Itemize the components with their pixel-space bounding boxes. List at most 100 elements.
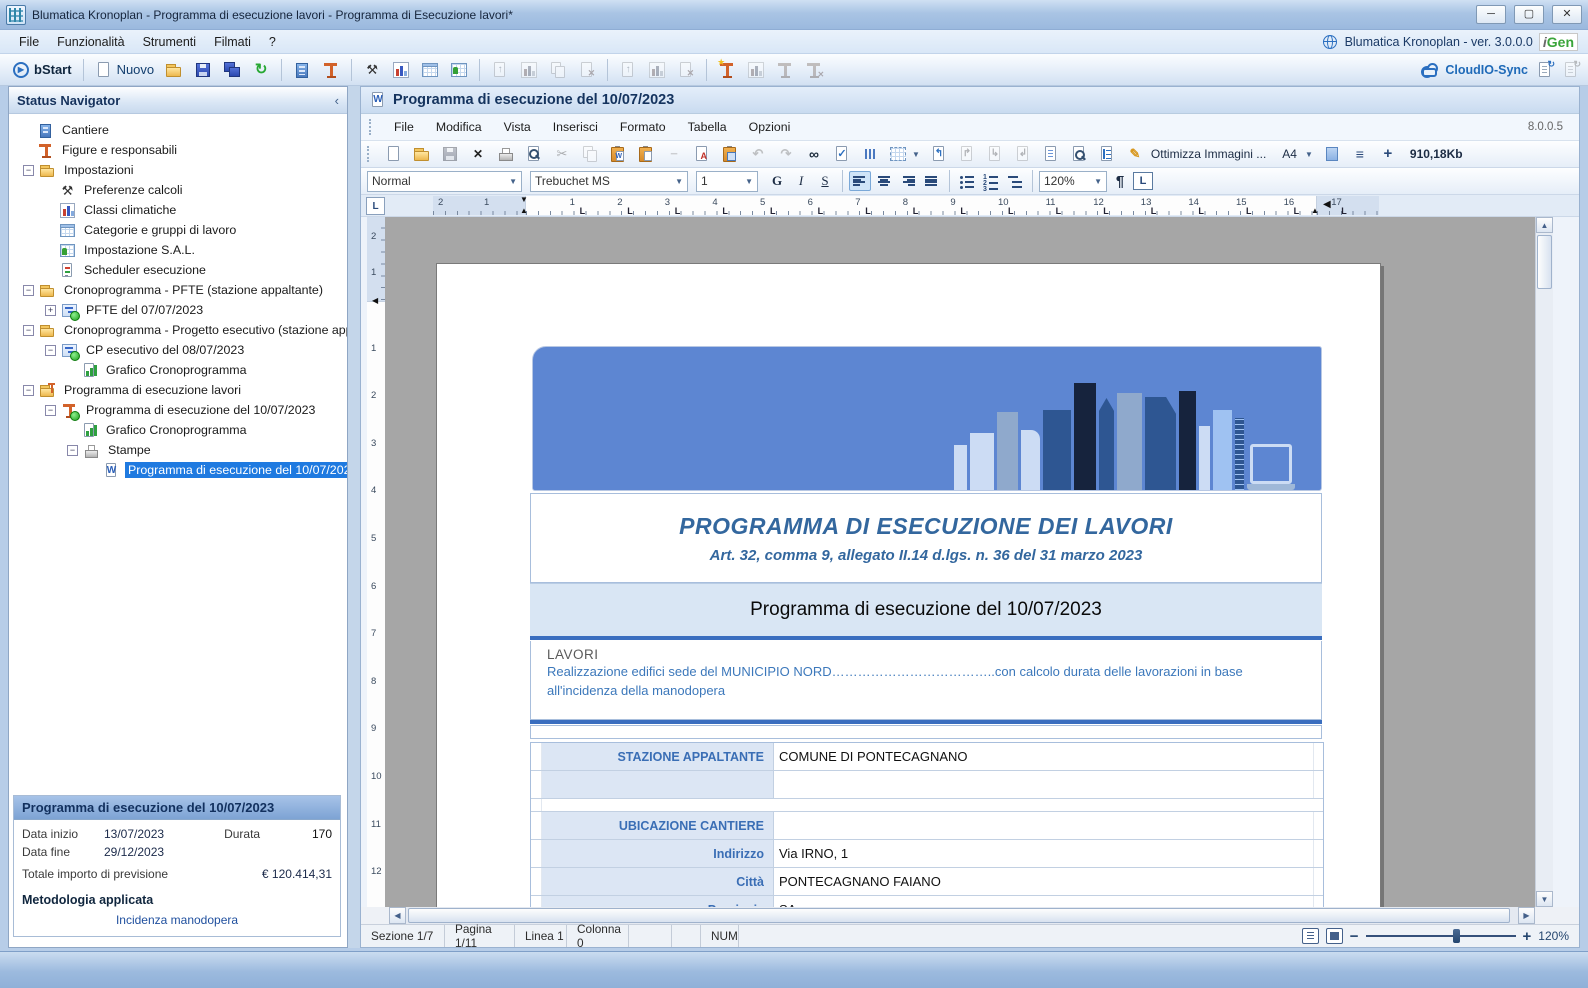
table-row-value[interactable]: COMUNE DI PONTECAGNANO: [774, 743, 1314, 770]
zoom-select[interactable]: 120%▼: [1039, 171, 1107, 192]
collapse-icon[interactable]: −: [45, 405, 56, 416]
editor-menu-formato[interactable]: Formato: [609, 117, 677, 137]
refresh-button[interactable]: ↻: [248, 59, 274, 81]
delete-button[interactable]: ✕: [465, 143, 491, 165]
first-line-indent-marker[interactable]: ▼: [520, 196, 528, 204]
collapse-icon[interactable]: −: [23, 165, 34, 176]
pilcrow-button[interactable]: ¶: [1109, 171, 1131, 191]
tab-stop-marker[interactable]: L: [1294, 206, 1300, 215]
insert-table-button[interactable]: ▼: [885, 143, 924, 165]
tree-item[interactable]: WProgramma di esecuzione del 10/07/2023: [9, 460, 347, 480]
tab-stop-marker[interactable]: L: [1246, 206, 1252, 215]
cloud-sync-label[interactable]: CloudIO-Sync: [1445, 63, 1528, 77]
menu-file[interactable]: File: [10, 32, 48, 52]
tab-stop-marker[interactable]: L: [1056, 206, 1062, 215]
find-button[interactable]: ∞: [801, 143, 827, 165]
tab-stop-marker[interactable]: L: [1103, 206, 1109, 215]
numbered-list-button[interactable]: 123: [980, 171, 1002, 191]
vruler-margin-marker[interactable]: ◀: [372, 297, 378, 305]
page-size-select[interactable]: A4▼: [1275, 145, 1317, 163]
align-page-button[interactable]: ≡: [1347, 143, 1373, 165]
editor-menu-tabella[interactable]: Tabella: [677, 117, 738, 137]
collapse-icon[interactable]: −: [23, 385, 34, 396]
scroll-left-icon[interactable]: ◀: [389, 907, 406, 924]
menu-funzionalit[interactable]: Funzionalità: [48, 32, 133, 52]
multilevel-list-button[interactable]: [1004, 171, 1026, 191]
tree-item[interactable]: Scheduler esecuzione: [9, 260, 347, 280]
maximize-button[interactable]: ▢: [1514, 5, 1544, 24]
horizontal-scrollbar[interactable]: ◀ ▶: [361, 907, 1579, 924]
collapse-icon[interactable]: −: [23, 325, 34, 336]
align-center-button[interactable]: [873, 171, 895, 191]
ruler-corner-button[interactable]: L: [366, 197, 385, 215]
spellcheck-button[interactable]: ✓: [829, 143, 855, 165]
doc-layout-button[interactable]: [1038, 143, 1064, 165]
save-button[interactable]: [190, 59, 216, 81]
tab-stop-marker[interactable]: L: [1341, 206, 1347, 215]
impostazione-sal-button[interactable]: [446, 59, 472, 81]
open-doc-button[interactable]: [409, 143, 435, 165]
align-left-button[interactable]: [849, 171, 871, 191]
page-color-button[interactable]: [1319, 143, 1345, 165]
zoom-slider-handle[interactable]: [1453, 929, 1460, 943]
bstart-button[interactable]: ▶bStart: [8, 59, 76, 81]
right-indent-marker[interactable]: ▲: [1311, 207, 1319, 215]
vertical-scrollbar[interactable]: ▲ ▼: [1535, 217, 1553, 907]
columns-button[interactable]: [857, 143, 883, 165]
tree-item[interactable]: Grafico Cronoprogramma: [9, 360, 347, 380]
profile-sync-icon[interactable]: ↻: [1536, 61, 1554, 79]
left-indent-marker[interactable]: ▲: [520, 207, 528, 215]
tree-item[interactable]: −Cronoprogramma - PFTE (stazione appalta…: [9, 280, 347, 300]
tab-stop-marker[interactable]: L: [865, 206, 871, 215]
paste-button[interactable]: [633, 143, 659, 165]
tab-stop-marker[interactable]: L: [580, 206, 586, 215]
paste-special-button[interactable]: [717, 143, 743, 165]
tab-stop-marker[interactable]: L: [770, 206, 776, 215]
italic-button[interactable]: I: [790, 171, 812, 191]
tab-stop-marker[interactable]: L: [818, 206, 824, 215]
cantiere-button[interactable]: [289, 59, 315, 81]
move-button[interactable]: +: [1375, 143, 1401, 165]
table-row-value[interactable]: [774, 812, 1314, 839]
editor-menu-file[interactable]: File: [383, 117, 425, 137]
tree-item[interactable]: Figure e responsabili: [9, 140, 347, 160]
bold-button[interactable]: G: [766, 171, 788, 191]
menu-strumenti[interactable]: Strumenti: [134, 32, 206, 52]
preferenze-calcoli-button[interactable]: ⚒: [359, 59, 385, 81]
editor-menu-vista[interactable]: Vista: [493, 117, 542, 137]
tree-item[interactable]: ⚒Preferenze calcoli: [9, 180, 347, 200]
menu-?[interactable]: ?: [260, 32, 285, 52]
tree-item[interactable]: −Stampe: [9, 440, 347, 460]
cloud-sync-icon[interactable]: [1419, 61, 1437, 79]
underline-button[interactable]: S: [814, 171, 836, 191]
margin-arrow-marker[interactable]: ◀: [1323, 201, 1331, 209]
editor-menu-modifica[interactable]: Modifica: [425, 117, 493, 137]
tab-stop-marker[interactable]: L: [1198, 206, 1204, 215]
table-row-value[interactable]: [774, 771, 1314, 798]
tree-item[interactable]: Impostazione S.A.L.: [9, 240, 347, 260]
tree-item[interactable]: −Programma di esecuzione lavori: [9, 380, 347, 400]
doc-sync-icon[interactable]: ↻: [1562, 61, 1580, 79]
tab-stop-marker[interactable]: L: [722, 206, 728, 215]
horizontal-scroll-thumb[interactable]: [408, 908, 1510, 923]
tab-stop-marker[interactable]: L: [627, 206, 633, 215]
scroll-up-icon[interactable]: ▲: [1536, 217, 1553, 233]
tree-item[interactable]: Cantiere: [9, 120, 347, 140]
nuovo-programma-button[interactable]: ★: [714, 59, 740, 81]
font-select[interactable]: Trebuchet MS▼: [530, 171, 688, 192]
zoom-slider[interactable]: [1366, 935, 1516, 937]
sidebar-splitter[interactable]: [348, 86, 360, 948]
minimize-button[interactable]: ─: [1476, 5, 1506, 24]
tree-item[interactable]: −Cronoprogramma - Progetto esecutivo (st…: [9, 320, 347, 340]
tree-item[interactable]: −Impostazioni: [9, 160, 347, 180]
classi-climatiche-button[interactable]: [388, 59, 414, 81]
tab-stop-marker[interactable]: L: [1151, 206, 1157, 215]
document-page[interactable]: PROGRAMMA DI ESECUZIONE DEI LAVORI Art. …: [436, 263, 1381, 907]
fit-page-icon[interactable]: [1302, 928, 1319, 944]
expand-icon[interactable]: +: [45, 305, 56, 316]
outline-button[interactable]: [1094, 143, 1120, 165]
font-size-select[interactable]: 1▼: [696, 171, 758, 192]
table-row-value[interactable]: SA: [774, 896, 1314, 907]
scroll-down-icon[interactable]: ▼: [1536, 891, 1553, 907]
save-all-button[interactable]: [219, 59, 245, 81]
